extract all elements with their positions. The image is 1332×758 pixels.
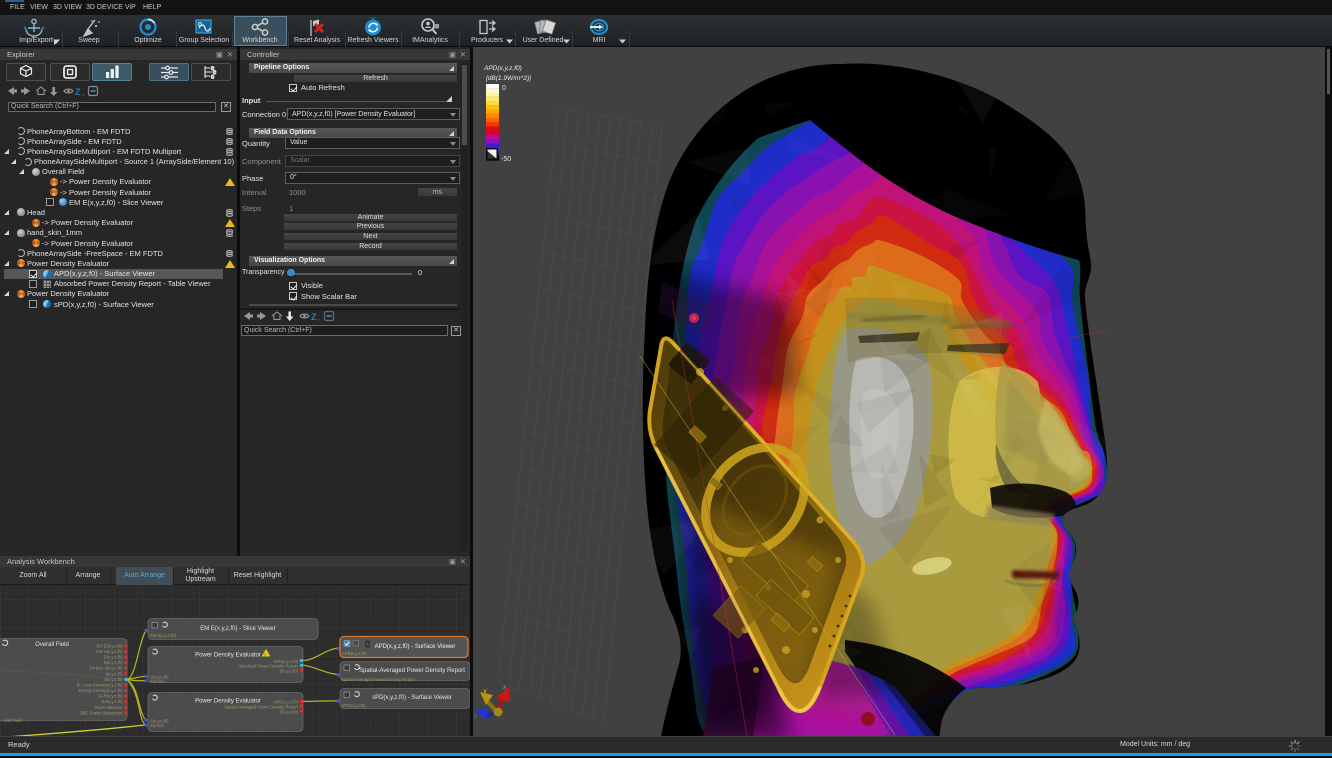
svg-text:SAR(x,y,z,f0): SAR(x,y,z,f0): [98, 693, 123, 698]
svg-text:!: !: [264, 651, 265, 656]
svg-text:-50: -50: [501, 156, 511, 163]
svg-text:Surface: Surface: [150, 679, 165, 684]
svg-text:...erall Field: ...erall Field: [0, 718, 22, 723]
svg-text:APD(x,y,z,f0) - Surface Viewer: APD(x,y,z,f0) - Surface Viewer: [375, 644, 456, 650]
svg-text:B(x,y,z,f0): B(x,y,z,f0): [104, 660, 123, 665]
svg-text:EJ(x,y,z,f0): EJ(x,y,z,f0): [102, 699, 123, 704]
svg-text:Power Density Evaluator: Power Density Evaluator: [195, 652, 261, 658]
svg-text:APD(x,y,z,f0): APD(x,y,z,f0): [483, 65, 522, 72]
svg-text:Surface: Surface: [150, 723, 165, 728]
svg-text:D(x,y,z,f0): D(x,y,z,f0): [104, 654, 123, 659]
svg-text:Energy Density(x,y,z,f0): Energy Density(x,y,z,f0): [78, 688, 123, 693]
svg-text:EM E(x,y,z,f0): EM E(x,y,z,f0): [97, 643, 124, 648]
svg-text:Overall Field: Overall Field: [35, 642, 69, 648]
svg-text:Power Balance: Power Balance: [94, 704, 123, 709]
svg-text:0: 0: [502, 85, 506, 92]
svg-text:DBC Power Absorption: DBC Power Absorption: [80, 710, 123, 715]
svg-text:Spatial-Averaged Power Density: Spatial-Averaged Power Density Report: [341, 677, 416, 682]
svg-text:sPD(x,y,z,f0): sPD(x,y,z,f0): [342, 703, 366, 708]
svg-text:S(x,y,z,f0): S(x,y,z,f0): [104, 676, 123, 681]
svg-text:S(x,y,z,f0): S(x,y,z,f0): [279, 709, 298, 714]
svg-text:Surface J(x,y,z,f0): Surface J(x,y,z,f0): [89, 665, 123, 670]
svg-text:S(x,y,z,f0): S(x,y,z,f0): [279, 668, 298, 673]
svg-text:EM E(x,y,z,f0) - Slice Viewer: EM E(x,y,z,f0) - Slice Viewer: [200, 626, 275, 632]
svg-text:J(x,y,z,f0): J(x,y,z,f0): [105, 671, 123, 676]
svg-text:EM H(x,y,z,f0): EM H(x,y,z,f0): [96, 649, 123, 654]
svg-text:EM E(x,y,z,f0): EM E(x,y,z,f0): [150, 633, 177, 638]
svg-text:z: z: [474, 714, 477, 720]
svg-text:APD(x,y,z,f0): APD(x,y,z,f0): [342, 651, 367, 656]
svg-text:Y: Y: [483, 690, 487, 696]
svg-text:El. Loss Density(x,y,z,f0): El. Loss Density(x,y,z,f0): [77, 682, 123, 687]
svg-text:Z: Z: [311, 312, 317, 322]
svg-text:Spatial-Averaged Power Density: Spatial-Averaged Power Density Report: [359, 668, 465, 674]
svg-text:[dB(1.9W/m^2)]: [dB(1.9W/m^2)]: [485, 75, 531, 82]
svg-text:sPD(x,y,z,f0) - Surface Viewer: sPD(x,y,z,f0) - Surface Viewer: [372, 695, 452, 701]
